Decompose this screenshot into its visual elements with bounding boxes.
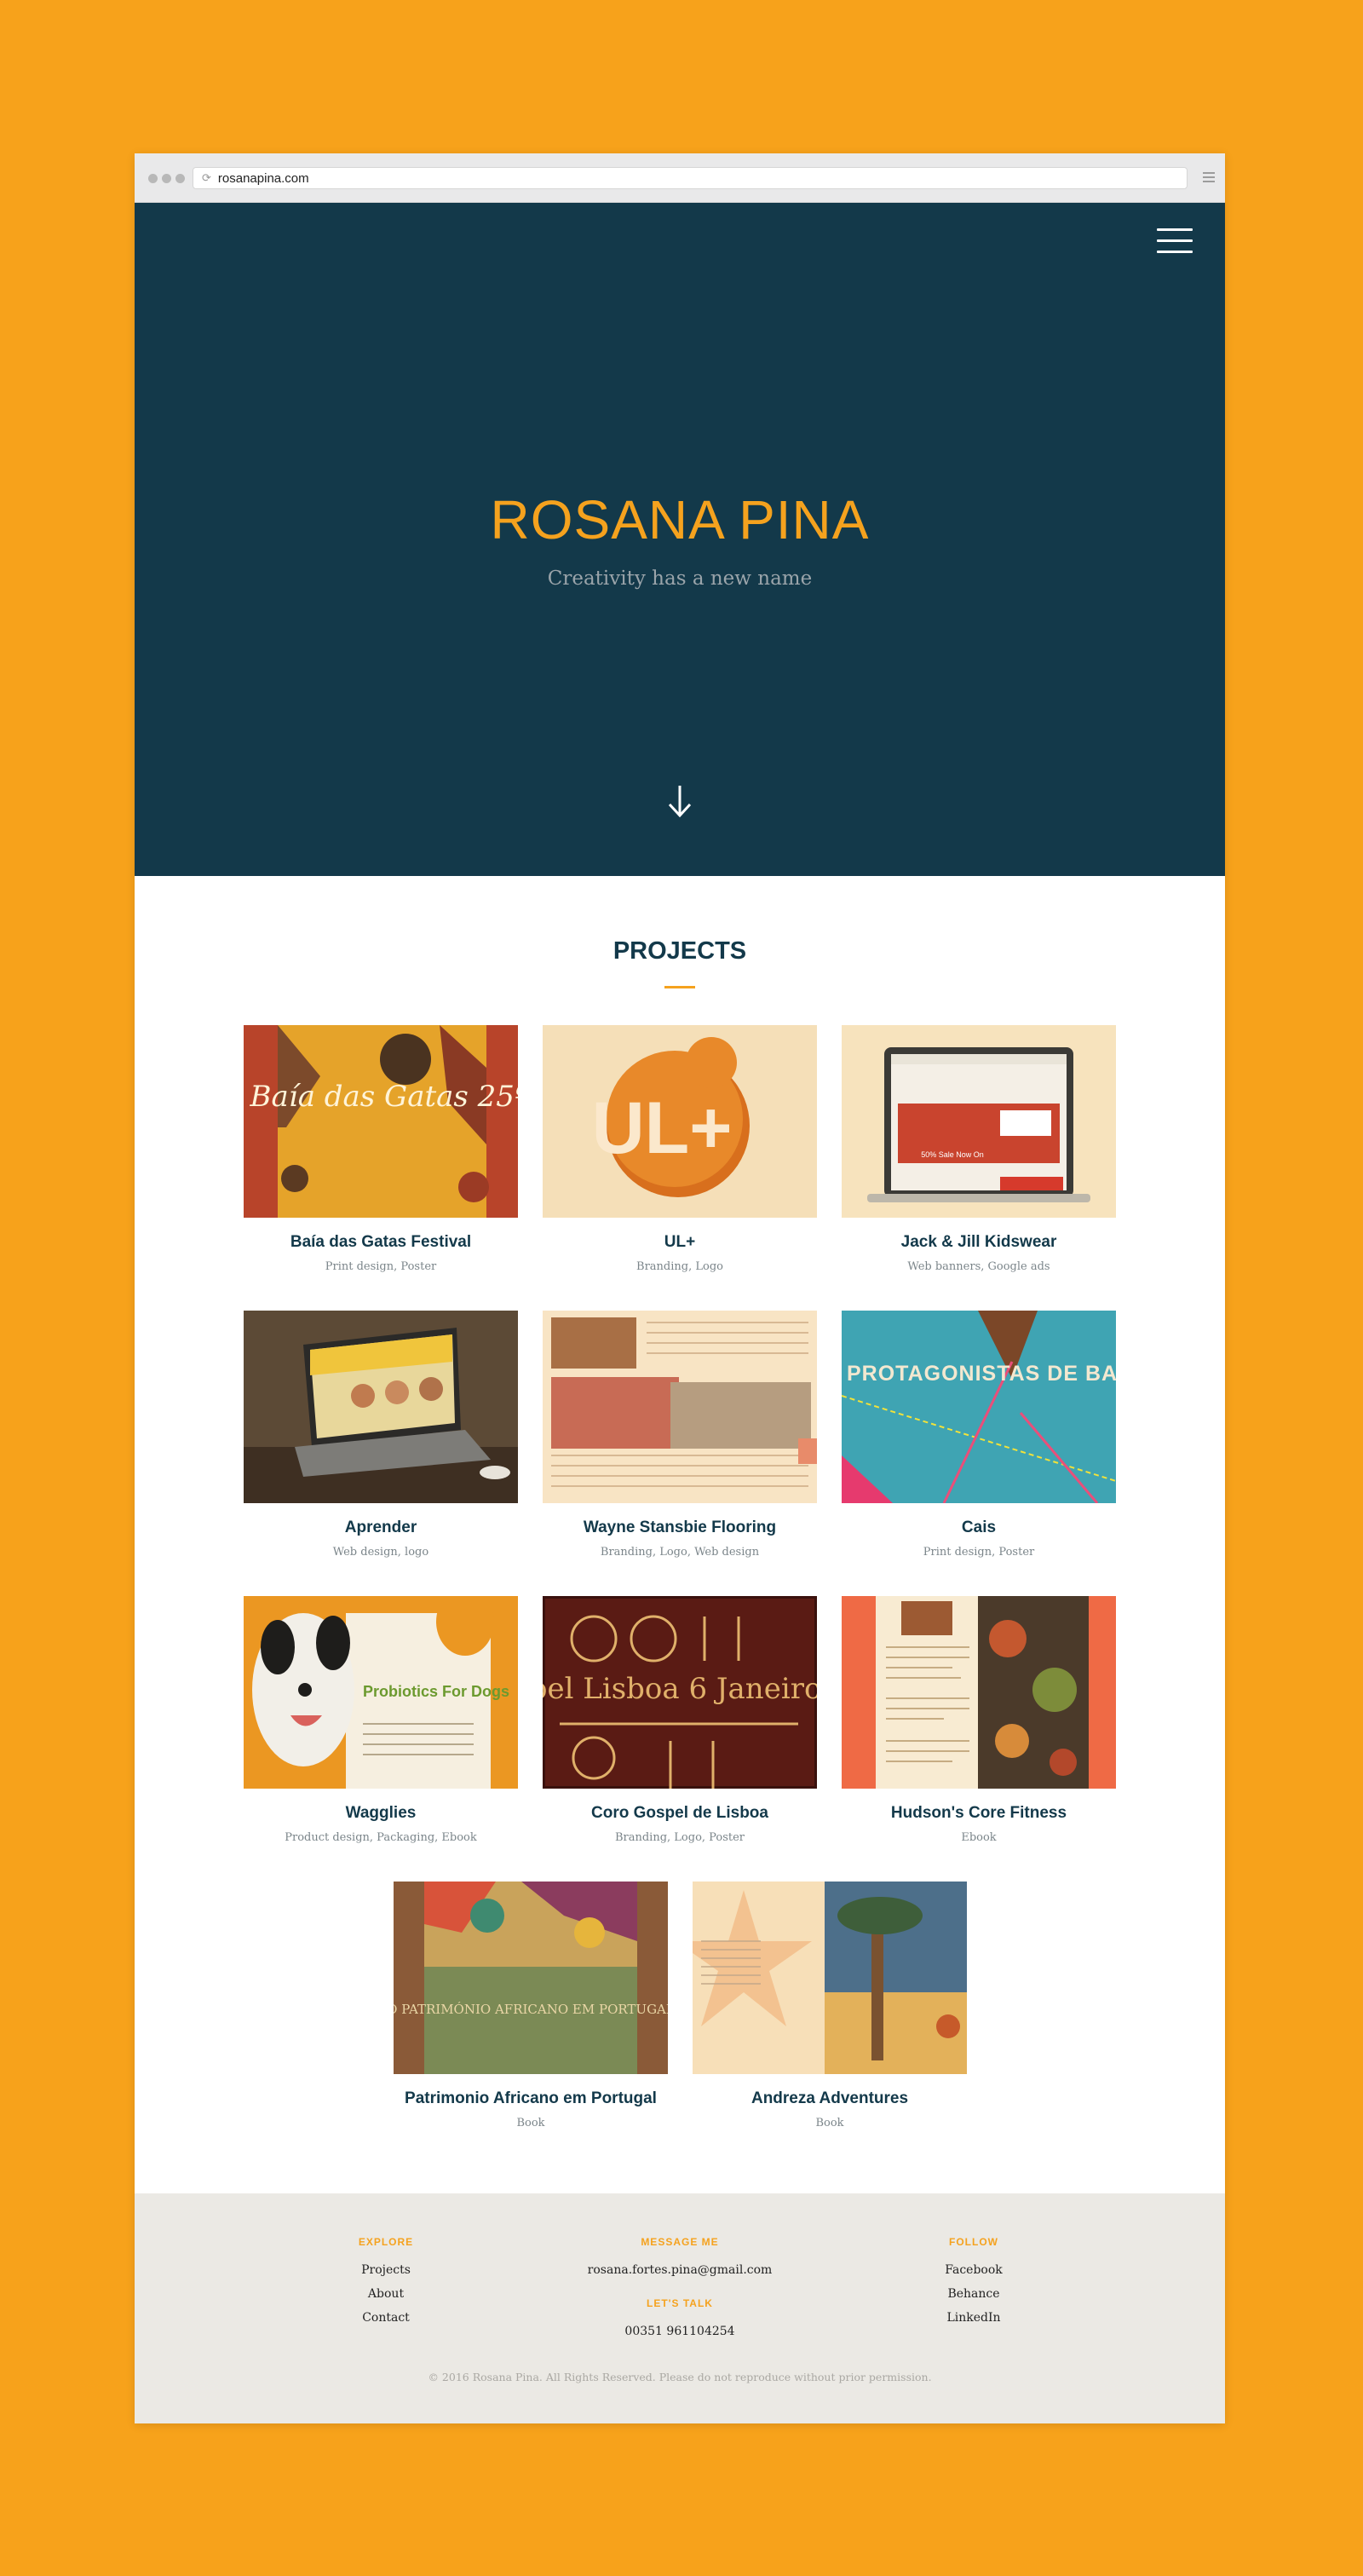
project-card-hudsons-core-fitness[interactable]: Hudson's Core Fitness Ebook (842, 1596, 1116, 1844)
browser-menu-icon[interactable] (1203, 172, 1215, 185)
reload-icon[interactable]: ⟳ (202, 171, 211, 185)
project-tags: Book (516, 2117, 545, 2129)
browser-window: ⟳ rosanapina.com ROSANA PINA Creativity … (135, 153, 1225, 2423)
project-title[interactable]: Hudson's Core Fitness (842, 1804, 1116, 1823)
footer-heading-follow: FOLLOW (949, 2236, 998, 2248)
project-title[interactable]: Baía das Gatas Festival (244, 1233, 518, 1252)
project-thumbnail[interactable] (842, 1596, 1116, 1789)
hero-section: ROSANA PINA Creativity has a new name (135, 203, 1225, 876)
footer-email-link[interactable]: rosana.fortes.pina@gmail.com (552, 2263, 808, 2277)
project-title[interactable]: Andreza Adventures (693, 2089, 967, 2108)
project-title[interactable]: Wagglies (244, 1804, 518, 1823)
footer-link-linkedin[interactable]: LinkedIn (893, 2311, 1055, 2325)
project-tags: Branding, Logo (636, 1260, 723, 1273)
project-title[interactable]: Jack & Jill Kidswear (842, 1233, 1116, 1252)
project-thumbnail[interactable]: O PATRIMÓNIO AFRICANO EM PORTUGAL (394, 1882, 668, 2074)
url-text: rosanapina.com (217, 170, 309, 186)
project-card-wagglies[interactable]: Probiotics For Dogs Wagglies Product des… (244, 1596, 518, 1844)
project-thumbnail[interactable]: PROTAGONISTAS DE BASTIDORES (842, 1311, 1116, 1503)
footer: EXPLORE Projects About Contact MESSAGE M… (135, 2193, 1225, 2423)
thumb-text: UL+ (592, 1087, 733, 1169)
footer-phone: 00351 961104254 (624, 2325, 735, 2338)
window-controls[interactable] (148, 174, 185, 183)
site-tagline: Creativity has a new name (547, 568, 813, 590)
project-thumbnail[interactable]: Festival Baía das Gatas 25ª edição (244, 1025, 518, 1218)
footer-link-facebook[interactable]: Facebook (893, 2263, 1055, 2277)
project-tags: Product design, Packaging, Ebook (285, 1831, 477, 1844)
project-thumbnail[interactable]: 50% Sale Now On (842, 1025, 1116, 1218)
hamburger-menu-icon[interactable] (1157, 228, 1193, 256)
project-tags: Book (815, 2117, 844, 2129)
project-thumbnail[interactable]: UL+ (543, 1025, 817, 1218)
project-thumbnail[interactable] (244, 1311, 518, 1503)
footer-contact: MESSAGE ME rosana.fortes.pina@gmail.com … (552, 2236, 808, 2338)
project-card-wayne-stansbie[interactable]: Wayne Stansbie Flooring Branding, Logo, … (543, 1311, 817, 1559)
project-title[interactable]: UL+ (543, 1233, 817, 1252)
project-card-baia-das-gatas[interactable]: Festival Baía das Gatas 25ª edição Baía … (244, 1025, 518, 1273)
thumb-text: Gospel Lisboa 6 Janeiro 15h (543, 1672, 817, 1706)
address-bar[interactable]: ⟳ rosanapina.com (193, 167, 1188, 189)
project-title[interactable]: Coro Gospel de Lisboa (543, 1804, 817, 1823)
footer-explore: EXPLORE Projects About Contact (305, 2236, 467, 2335)
project-tags: Web banners, Google ads (907, 1260, 1050, 1273)
copyright-text: © 2016 Rosana Pina. All Rights Reserved.… (428, 2371, 932, 2383)
project-title[interactable]: Patrimonio Africano em Portugal (394, 2089, 668, 2108)
project-title[interactable]: Aprender (244, 1519, 518, 1537)
thumb-text: Probiotics For Dogs (363, 1683, 509, 1700)
project-tags: Print design, Poster (923, 1546, 1035, 1559)
project-tags: Web design, logo (332, 1546, 429, 1559)
project-thumbnail[interactable]: Gospel Lisboa 6 Janeiro 15h (543, 1596, 817, 1789)
footer-link-contact[interactable]: Contact (305, 2311, 467, 2325)
project-thumbnail[interactable]: Probiotics For Dogs (244, 1596, 518, 1789)
project-tags: Ebook (961, 1831, 997, 1844)
project-card-coro-gospel[interactable]: Gospel Lisboa 6 Janeiro 15h Coro Gospel … (543, 1596, 817, 1844)
footer-heading-message: MESSAGE ME (641, 2236, 719, 2248)
project-title[interactable]: Wayne Stansbie Flooring (543, 1519, 817, 1537)
project-card-aprender[interactable]: Aprender Web design, logo (244, 1311, 518, 1559)
project-card-jack-jill[interactable]: 50% Sale Now On Jack & Jill Kidswear Web… (842, 1025, 1116, 1273)
project-thumbnail[interactable] (693, 1882, 967, 2074)
project-card-patrimonio-africano[interactable]: O PATRIMÓNIO AFRICANO EM PORTUGAL Patrim… (394, 1882, 668, 2129)
project-card-cais[interactable]: PROTAGONISTAS DE BASTIDORES Cais Print d… (842, 1311, 1116, 1559)
thumb-text: Festival Baía das Gatas 25ª edição (244, 1080, 518, 1114)
heading-underline (664, 986, 695, 988)
site-title: ROSANA PINA (490, 489, 870, 550)
project-card-ul-plus[interactable]: UL+ UL+ Branding, Logo (543, 1025, 817, 1273)
project-card-andreza-adventures[interactable]: Andreza Adventures Book (693, 1882, 967, 2129)
thumb-text: PROTAGONISTAS DE BASTIDORES (847, 1362, 1116, 1386)
project-tags: Print design, Poster (325, 1260, 437, 1273)
thumb-text: 50% Sale Now On (921, 1150, 984, 1159)
projects-heading: PROJECTS (612, 937, 747, 965)
footer-follow: FOLLOW Facebook Behance LinkedIn (893, 2236, 1055, 2335)
footer-link-behance[interactable]: Behance (893, 2287, 1055, 2301)
footer-link-about[interactable]: About (305, 2287, 467, 2301)
thumb-text: O PATRIMÓNIO AFRICANO EM PORTUGAL (394, 2002, 668, 2017)
project-title[interactable]: Cais (842, 1519, 1116, 1537)
project-tags: Branding, Logo, Web design (600, 1546, 760, 1559)
footer-heading-explore: EXPLORE (358, 2236, 414, 2248)
scroll-down-arrow-icon[interactable] (664, 782, 695, 820)
browser-toolbar: ⟳ rosanapina.com (135, 153, 1225, 203)
footer-link-projects[interactable]: Projects (305, 2263, 467, 2277)
project-thumbnail[interactable] (543, 1311, 817, 1503)
footer-heading-talk: LET'S TALK (647, 2297, 713, 2309)
project-tags: Branding, Logo, Poster (614, 1831, 745, 1844)
